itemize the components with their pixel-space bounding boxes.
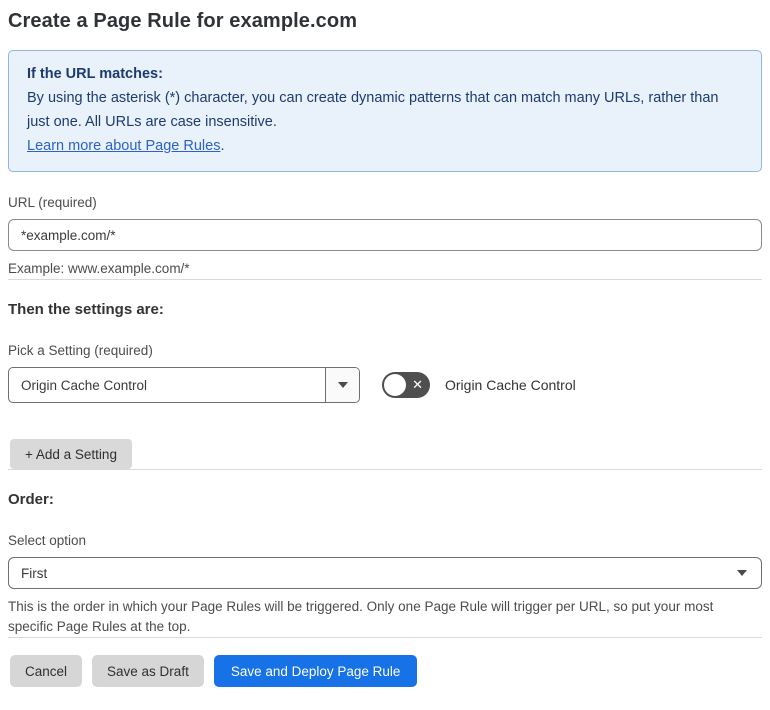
learn-more-link[interactable]: Learn more about Page Rules bbox=[27, 138, 220, 154]
pick-setting-label: Pick a Setting (required) bbox=[8, 343, 153, 358]
divider bbox=[8, 469, 762, 470]
footer-actions: Cancel Save as Draft Save and Deploy Pag… bbox=[8, 655, 762, 687]
order-section-heading: Order: bbox=[8, 491, 54, 508]
divider bbox=[8, 279, 762, 280]
setting-dropdown-value: Origin Cache Control bbox=[21, 377, 148, 393]
add-setting-button[interactable]: + Add a Setting bbox=[10, 439, 132, 469]
toggle-knob bbox=[384, 374, 406, 396]
setting-row: Origin Cache Control ✕ Origin Cache Cont… bbox=[8, 367, 762, 403]
page-rule-form: Create a Page Rule for example.com If th… bbox=[0, 0, 770, 687]
order-helper-text: This is the order in which your Page Rul… bbox=[8, 599, 714, 634]
divider bbox=[8, 637, 762, 638]
order-select[interactable]: First bbox=[8, 557, 762, 589]
chevron-down-icon bbox=[737, 570, 747, 576]
save-and-deploy-button[interactable]: Save and Deploy Page Rule bbox=[213, 655, 418, 687]
info-box-body: By using the asterisk (*) character, you… bbox=[27, 90, 719, 130]
toggle-off-x-icon: ✕ bbox=[412, 377, 423, 392]
info-box-link-row: Learn more about Page Rules. bbox=[27, 134, 743, 158]
setting-dropdown[interactable]: Origin Cache Control bbox=[8, 367, 360, 403]
link-suffix: . bbox=[220, 138, 225, 154]
setting-dropdown-arrow-button[interactable] bbox=[325, 368, 359, 402]
chevron-down-icon bbox=[337, 382, 348, 388]
url-example-helper: Example: www.example.com/* bbox=[8, 261, 190, 276]
page-title: Create a Page Rule for example.com bbox=[8, 10, 358, 32]
url-match-info-box: If the URL matches: By using the asteris… bbox=[8, 50, 762, 172]
save-as-draft-button[interactable]: Save as Draft bbox=[92, 655, 204, 687]
info-box-heading: If the URL matches: bbox=[27, 66, 163, 82]
toggle-label: Origin Cache Control bbox=[445, 377, 576, 393]
select-option-label: Select option bbox=[8, 533, 87, 548]
cancel-button[interactable]: Cancel bbox=[10, 655, 83, 687]
origin-cache-control-toggle[interactable]: ✕ bbox=[382, 372, 430, 398]
order-select-value: First bbox=[21, 565, 48, 581]
url-input[interactable] bbox=[8, 219, 762, 251]
settings-section-heading: Then the settings are: bbox=[8, 301, 164, 318]
url-field-label: URL (required) bbox=[8, 195, 97, 210]
